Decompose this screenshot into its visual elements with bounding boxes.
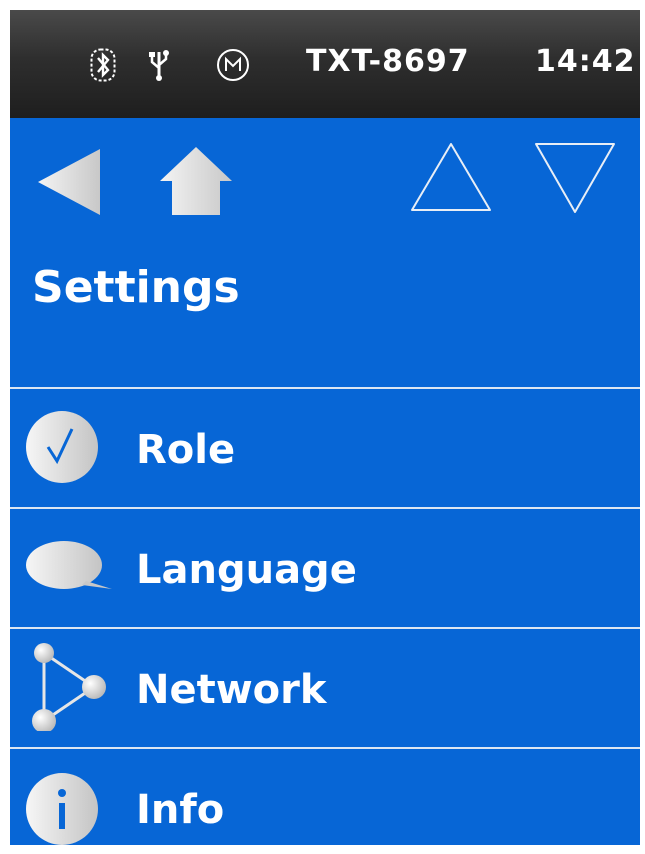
menu-item-language[interactable]: Language	[10, 507, 640, 625]
status-bar: TXT-8697 14:42	[10, 10, 640, 118]
menu-label-language: Language	[136, 547, 357, 593]
menu-label-info: Info	[136, 787, 225, 833]
clock: 14:42	[535, 44, 636, 79]
menu-item-role[interactable]: Role	[10, 387, 640, 505]
menu-label-role: Role	[136, 427, 236, 473]
speech-bubble-icon	[26, 541, 112, 589]
info-icon	[26, 773, 98, 845]
scroll-down-icon[interactable]	[532, 140, 618, 218]
page-title: Settings	[32, 262, 240, 313]
menu-item-network[interactable]: Network	[10, 627, 640, 745]
menu-label-network: Network	[136, 667, 327, 713]
scroll-up-icon[interactable]	[408, 140, 494, 216]
motor-icon	[217, 49, 249, 81]
check-icon	[26, 411, 98, 483]
menu-item-info[interactable]: Info	[10, 747, 640, 845]
device-name: TXT-8697	[306, 44, 470, 79]
back-arrow-icon[interactable]	[38, 147, 102, 217]
device-screen: TXT-8697 14:42 Settings Role Language Ne…	[10, 10, 640, 845]
home-icon[interactable]	[158, 145, 234, 217]
network-icon	[32, 643, 106, 731]
usb-icon	[149, 50, 169, 81]
bluetooth-icon	[90, 48, 116, 82]
